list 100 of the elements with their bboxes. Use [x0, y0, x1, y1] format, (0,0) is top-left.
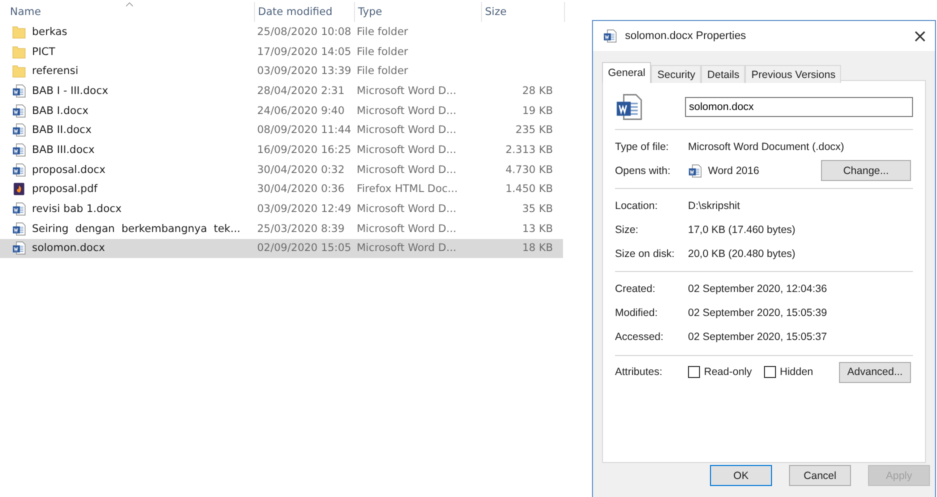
property-label: Size on disk:: [615, 248, 676, 260]
date-modified: 03/09/2020 12:49: [257, 203, 352, 216]
file-name: referensi: [32, 65, 78, 78]
property-value: Word 2016: [708, 164, 760, 177]
file-size: 235 KB: [516, 124, 553, 136]
document-icon: [12, 202, 26, 216]
file-name-field[interactable]: solomon.docx: [685, 97, 913, 117]
document-icon: [12, 241, 26, 256]
document-icon: [688, 164, 702, 178]
file-name: BAB I.docx: [32, 104, 88, 117]
column-header[interactable]: Date modified: [258, 6, 332, 18]
document-icon: [12, 123, 26, 138]
file-type: Firefox HTML Doc...: [356, 183, 458, 196]
file-name: solomon.docx: [32, 242, 105, 254]
file-size: 1.450 KB: [506, 183, 553, 196]
property-value: 20,0 KB (20.480 bytes): [688, 248, 796, 260]
file-name: PICT: [32, 46, 56, 58]
file-row[interactable]: revisi bab 1.docx 03/09/2020 12:49 Microsoft Word D... 35 KB: [0, 199, 563, 219]
file-size: 4.730 KB: [506, 164, 553, 176]
file-row[interactable]: BAB III.docx 16/09/2020 16:25 Microsoft Word D... 2.313 KB: [0, 140, 563, 160]
file-size: 19 KB: [522, 104, 553, 117]
tab[interactable]: Previous Versions: [745, 65, 842, 83]
tab[interactable]: General: [602, 62, 652, 83]
file-name: revisi bab 1.docx: [32, 203, 122, 216]
property-value: Microsoft Word Document (.docx): [688, 140, 844, 153]
file-type: Microsoft Word D...: [356, 84, 456, 97]
file-name: berkas: [32, 26, 68, 38]
file-name: BAB I - III.docx: [32, 84, 108, 97]
file-type: Microsoft Word D...: [356, 242, 456, 254]
file-row[interactable]: referensi 03/09/2020 13:39 File folder: [0, 61, 563, 82]
folder-icon: [12, 44, 26, 59]
sort-chevron-icon: [125, 2, 134, 7]
file-type: File folder: [356, 26, 408, 38]
file-row[interactable]: proposal.pdf 30/04/2020 0:36 Firefox HTML Doc... 1.450 KB: [0, 180, 563, 200]
window-title: solomon.docx Properties: [625, 30, 748, 42]
file-row[interactable]: berkas 25/08/2020 10:08 File folder: [0, 22, 563, 42]
file-type: Microsoft Word D...: [356, 144, 456, 156]
date-modified: 03/09/2020 13:39: [257, 65, 352, 78]
close-button[interactable]: ×: [905, 26, 935, 46]
document-icon: [12, 104, 26, 118]
column-header[interactable]: Size: [485, 6, 507, 18]
date-modified: 24/06/2020 9:40: [257, 104, 345, 117]
file-size: 28 KB: [522, 84, 553, 97]
checkbox-label: Hidden: [780, 366, 814, 378]
document-icon: [603, 29, 617, 43]
property-value: 02 September 2020, 15:05:37: [688, 330, 827, 343]
date-modified: 08/09/2020 11:44: [257, 124, 352, 136]
file-row[interactable]: PICT 17/09/2020 14:05 File folder: [0, 42, 563, 62]
property-value: 02 September 2020, 15:05:39: [688, 306, 827, 319]
file-type: Microsoft Word D...: [356, 164, 456, 176]
date-modified: 28/04/2020 2:31: [257, 84, 345, 97]
property-label: Location:: [615, 200, 659, 212]
file-type: File folder: [356, 46, 408, 58]
checkbox-label: Read-only: [704, 366, 752, 378]
file-row[interactable]: Seiring dengan berkembangnya tek... 25/03/2020 8:39 Microsoft Word D... 13 KB: [0, 218, 563, 239]
file-type: Microsoft Word D...: [356, 203, 456, 216]
date-modified: 25/08/2020 10:08: [257, 26, 352, 38]
date-modified: 16/09/2020 16:25: [257, 144, 352, 156]
dialog-button[interactable]: OK: [710, 465, 772, 486]
advanced-button[interactable]: Advanced...: [839, 362, 911, 383]
checkbox[interactable]: [764, 366, 776, 378]
file-row[interactable]: BAB I.docx 24/06/2020 9:40 Microsoft Word D... 19 KB: [0, 100, 563, 120]
dialog-button[interactable]: Cancel: [789, 465, 851, 486]
file-name: BAB III.docx: [32, 144, 95, 156]
property-label: Type of file:: [615, 140, 670, 153]
file-type: Microsoft Word D...: [356, 124, 456, 136]
file-name: Seiring dengan berkembangnya tek...: [32, 222, 240, 235]
file-row[interactable]: solomon.docx 02/09/2020 15:05 Microsoft Word D... 18 KB: [0, 238, 563, 258]
column-header[interactable]: Type: [358, 6, 382, 18]
tab[interactable]: Details: [701, 65, 746, 83]
file-row[interactable]: BAB II.docx 08/09/2020 11:44 Microsoft Word D... 235 KB: [0, 120, 563, 140]
date-modified: 30/04/2020 0:36: [257, 183, 345, 196]
file-name: proposal.docx: [32, 164, 106, 176]
tab[interactable]: Security: [651, 65, 702, 83]
property-label: Modified:: [615, 306, 659, 319]
document-icon: [12, 222, 26, 236]
flame-document-icon: [12, 182, 26, 196]
property-value: 02 September 2020, 12:04:36: [688, 283, 827, 296]
file-size: 2.313 KB: [506, 144, 553, 156]
property-value: 17,0 KB (17.460 bytes): [688, 224, 796, 236]
change-button[interactable]: Change...: [821, 160, 911, 182]
file-size: 35 KB: [522, 203, 553, 216]
file-size: 13 KB: [522, 222, 553, 235]
checkbox[interactable]: [688, 366, 700, 378]
date-modified: 02/09/2020 15:05: [257, 242, 352, 254]
column-header[interactable]: Name: [10, 6, 41, 18]
property-value: D:\skripshit: [688, 200, 740, 212]
document-icon: [12, 142, 26, 157]
file-type: File folder: [356, 65, 408, 78]
file-name: proposal.pdf: [32, 183, 98, 196]
file-row[interactable]: proposal.docx 30/04/2020 0:32 Microsoft Word D... 4.730 KB: [0, 160, 563, 180]
document-icon: [12, 162, 26, 177]
file-type: Microsoft Word D...: [356, 222, 456, 235]
file-size: 18 KB: [522, 242, 553, 254]
document-icon: [12, 84, 26, 98]
folder-icon: [12, 64, 26, 78]
file-type: Microsoft Word D...: [356, 104, 456, 117]
property-label: Created:: [615, 283, 656, 296]
file-row[interactable]: BAB I - III.docx 28/04/2020 2:31 Microsoft Word D... 28 KB: [0, 81, 563, 101]
folder-icon: [12, 24, 26, 39]
